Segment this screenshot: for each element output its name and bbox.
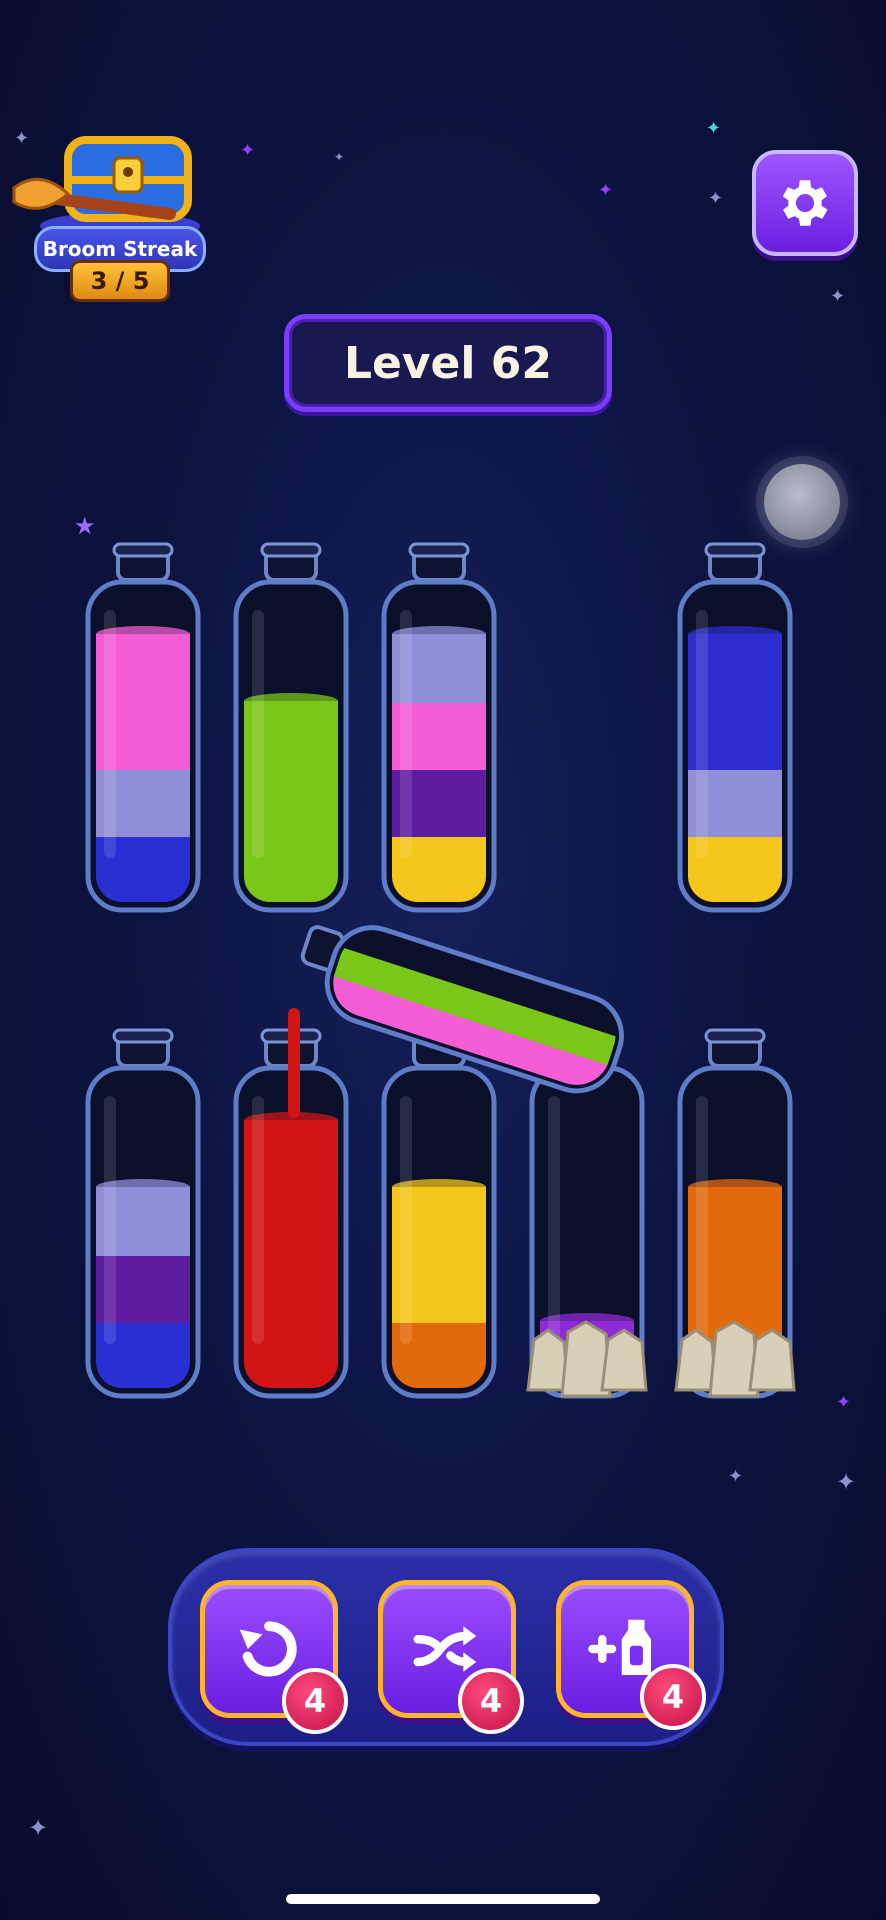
bottle-top-3[interactable]: [381, 542, 497, 913]
shuffle-count-badge: 4: [458, 1668, 524, 1734]
bottle-bottom-5[interactable]: [674, 1028, 796, 1399]
pour-stream: [288, 1008, 300, 1118]
home-indicator: [286, 1894, 600, 1904]
bottle-bottom-3[interactable]: [381, 1028, 497, 1399]
add-bottle-count-badge: 4: [640, 1664, 706, 1730]
bottle-bottom-1[interactable]: [85, 1028, 201, 1399]
bottle-board: [85, 542, 796, 1399]
rock-lock-icon: [526, 1320, 648, 1398]
bottle-top-1[interactable]: [85, 542, 201, 913]
bottle-top-2[interactable]: [233, 542, 349, 913]
rock-lock-icon: [674, 1320, 796, 1398]
bottle-top-4[interactable]: [677, 542, 793, 913]
undo-count-badge: 4: [282, 1668, 348, 1734]
star-decoration: ✦: [28, 1814, 49, 1842]
